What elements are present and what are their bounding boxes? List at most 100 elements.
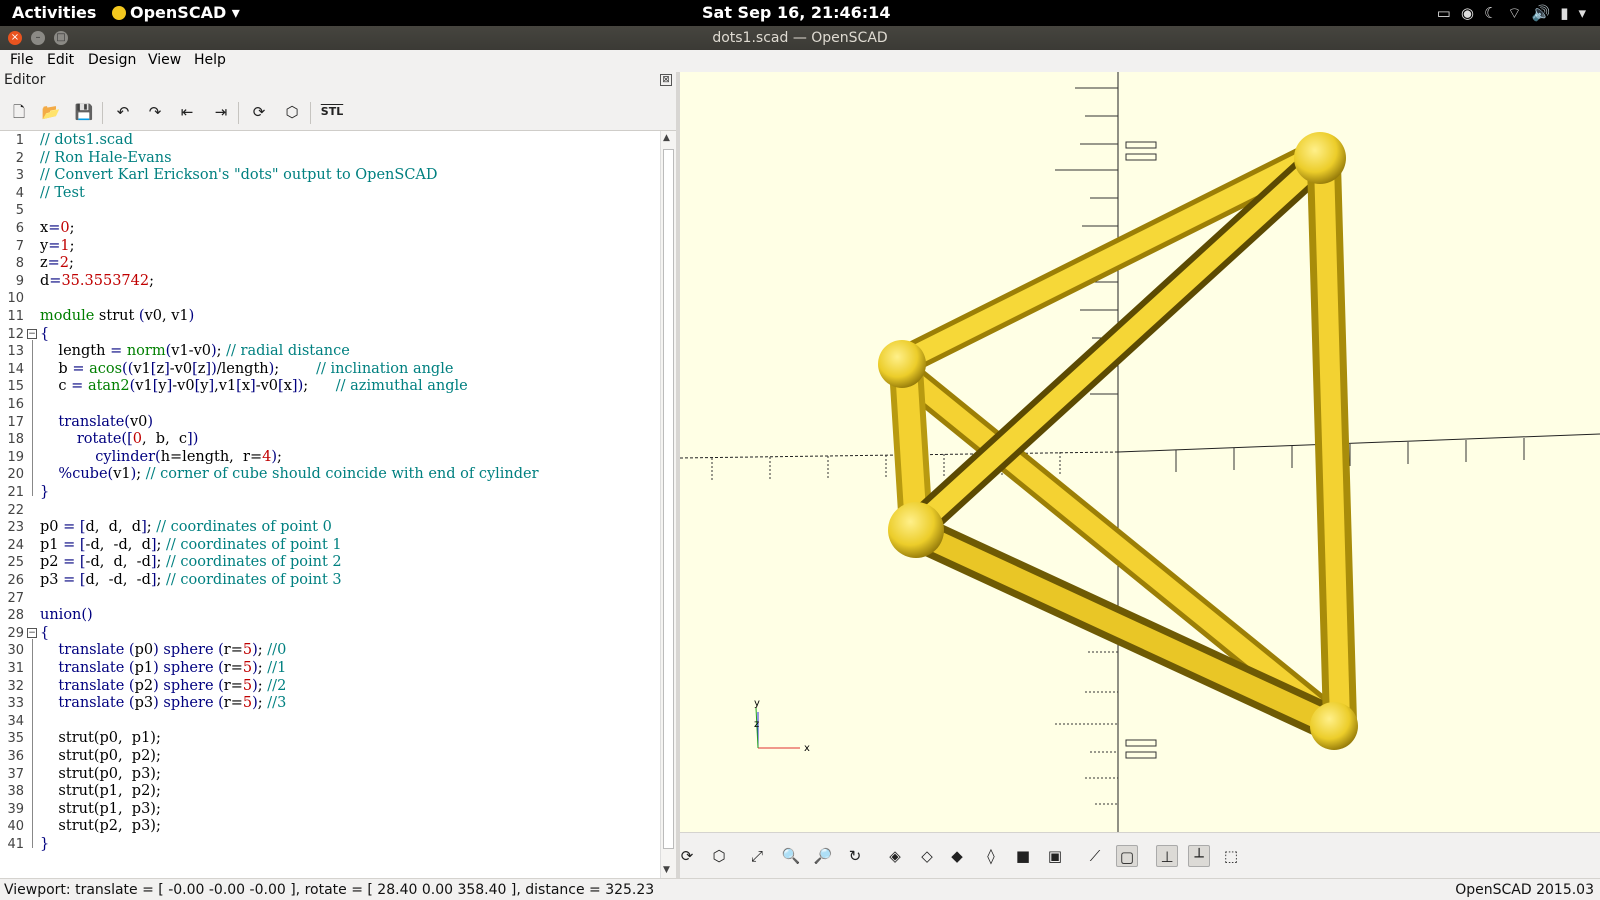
menu-edit[interactable]: Edit: [47, 52, 74, 68]
code-line[interactable]: y=1;: [40, 238, 74, 254]
orthogonal-icon[interactable]: ▢: [1116, 845, 1138, 867]
scroll-down-arrow-icon[interactable]: ▼: [663, 865, 670, 875]
code-line[interactable]: translate (p3) sphere (r=5); //3: [40, 695, 286, 711]
view-right-icon[interactable]: ◈: [884, 845, 906, 867]
code-line[interactable]: cylinder(h=length, r=4);: [40, 449, 282, 465]
scrollbar-thumb[interactable]: [663, 149, 674, 849]
screen-icon[interactable]: ▭: [1437, 4, 1451, 23]
menu-help[interactable]: Help: [194, 52, 226, 68]
code-line[interactable]: strut(p1, p2);: [40, 783, 160, 799]
menu-file[interactable]: File: [10, 52, 33, 68]
code-line[interactable]: p0 = [d, d, d]; // coordinates of point …: [40, 519, 332, 535]
code-line[interactable]: d=35.3553742;: [40, 273, 154, 289]
code-line[interactable]: b = acos((v1[z]-v0[z])/length); // incli…: [40, 361, 453, 377]
show-edges-icon[interactable]: ⬚: [1220, 845, 1242, 867]
indent-icon[interactable]: ⇥: [209, 100, 233, 124]
code-line[interactable]: translate (p2) sphere (r=5); //2: [40, 678, 286, 694]
editor-scrollbar[interactable]: ▲ ▼: [660, 131, 676, 879]
code-line[interactable]: }: [40, 836, 49, 852]
clock[interactable]: Sat Sep 16, 21:46:14: [702, 3, 890, 22]
code-token: b: [40, 360, 73, 377]
preview-icon[interactable]: ⟳: [247, 100, 271, 124]
view-front-icon[interactable]: ■: [1012, 845, 1034, 867]
activities-button[interactable]: Activities: [12, 3, 96, 22]
zoom-in-icon[interactable]: 🔍: [780, 845, 802, 867]
battery-icon[interactable]: ▮: [1560, 4, 1568, 23]
code-token: //3: [267, 695, 287, 712]
code-line[interactable]: x=0;: [40, 220, 74, 236]
code-line[interactable]: rotate([0, b, c]): [40, 431, 199, 447]
code-line[interactable]: strut(p0, p2);: [40, 748, 160, 764]
view-left-icon[interactable]: ◊: [980, 845, 1002, 867]
code-line[interactable]: p2 = [-d, d, -d]; // coordinates of poin…: [40, 554, 342, 570]
export-stl-button[interactable]: STL: [320, 100, 344, 124]
editor-close-button[interactable]: ⊠: [660, 74, 672, 86]
code-line[interactable]: z=2;: [40, 255, 74, 271]
code-line[interactable]: p3 = [d, -d, -d]; // coordinates of poin…: [40, 572, 342, 588]
show-axes-icon[interactable]: ⊥: [1156, 845, 1178, 867]
undo-icon[interactable]: ↶: [111, 100, 135, 124]
code-line[interactable]: // dots1.scad: [40, 132, 133, 148]
scroll-up-arrow-icon[interactable]: ▲: [663, 133, 670, 143]
view-top-icon[interactable]: ◇: [916, 845, 938, 867]
code-line[interactable]: translate (p1) sphere (r=5); //1: [40, 660, 286, 676]
code-line[interactable]: strut(p0, p1);: [40, 730, 160, 746]
code-line[interactable]: }: [40, 484, 49, 500]
record-icon[interactable]: ◉: [1461, 4, 1474, 23]
code-token: length: [40, 343, 111, 360]
reset-view-icon[interactable]: ↻: [844, 845, 866, 867]
code-editor[interactable]: 1 2 3 4 5 6 7 8 9 10 11 12 13 14 15 16 17 18 19 20 21 22 23 24 2…: [0, 130, 676, 879]
code-token: y: [40, 237, 49, 254]
code-line[interactable]: %cube(v1); // corner of cube should coin…: [40, 466, 538, 483]
code-line[interactable]: strut(p2, p3);: [40, 818, 160, 834]
menu-view[interactable]: View: [148, 52, 181, 68]
code-line[interactable]: c = atan2(v1[y]-v0[y],v1[x]-v0[x]); // a…: [40, 378, 467, 394]
open-file-icon[interactable]: 📂: [39, 100, 63, 124]
code-line[interactable]: {: [40, 625, 49, 641]
redo-icon[interactable]: ↷: [143, 100, 167, 124]
code-token: ;: [257, 660, 268, 676]
zoom-all-icon[interactable]: ⤢: [746, 845, 768, 867]
line-number: 32: [7, 678, 24, 694]
view-bottom-icon[interactable]: ◆: [946, 845, 968, 867]
code-token: translate: [40, 677, 129, 694]
perspective-icon[interactable]: ⟋: [1084, 845, 1106, 867]
viewport-render-icon[interactable]: ⬡: [708, 845, 730, 867]
code-line[interactable]: union(): [40, 607, 93, 623]
code-line[interactable]: // Ron Hale-Evans: [40, 150, 172, 166]
code-line[interactable]: strut(p1, p3);: [40, 801, 160, 817]
night-icon[interactable]: ☾: [1484, 4, 1497, 23]
app-menu[interactable]: OpenSCAD ▾: [112, 3, 240, 22]
code-line[interactable]: // Convert Karl Erickson's "dots" output…: [40, 167, 438, 183]
fold-toggle-icon[interactable]: −: [27, 328, 37, 339]
show-scale-icon[interactable]: ┴: [1188, 845, 1210, 867]
volume-icon[interactable]: 🔊: [1532, 4, 1551, 23]
code-token: v1: [113, 466, 131, 483]
3d-viewport[interactable]: x y z: [680, 72, 1600, 832]
gizmo-y-label: y: [754, 698, 760, 709]
code-token: v0, v1: [144, 308, 189, 324]
save-file-icon[interactable]: 💾: [72, 100, 96, 124]
viewport-preview-icon[interactable]: ⟳: [676, 845, 698, 867]
fold-toggle-icon[interactable]: −: [27, 627, 37, 638]
view-back-icon[interactable]: ▣: [1044, 845, 1066, 867]
code-line[interactable]: strut(p0, p3);: [40, 766, 160, 782]
code-token: x: [40, 220, 49, 236]
code-line[interactable]: {: [40, 326, 49, 342]
code-line[interactable]: translate (p0) sphere (r=5); //0: [40, 642, 286, 658]
power-menu-icon[interactable]: ▾: [1578, 4, 1586, 23]
code-token: ;: [257, 695, 268, 712]
code-line[interactable]: translate(v0): [40, 414, 153, 430]
new-file-icon[interactable]: 🗋: [7, 100, 31, 124]
code-line[interactable]: length = norm(v1-v0); // radial distance: [40, 343, 349, 360]
zoom-out-icon[interactable]: 🔎: [812, 845, 834, 867]
code-line[interactable]: // Test: [40, 185, 85, 201]
code-text[interactable]: // dots1.scad // Ron Hale-Evans// Convert…: [40, 131, 660, 879]
unindent-icon[interactable]: ⇤: [175, 100, 199, 124]
menu-design[interactable]: Design: [88, 52, 136, 68]
render-icon[interactable]: ⬡: [280, 100, 304, 124]
code-token: ;: [69, 237, 75, 254]
code-line[interactable]: module strut (v0, v1): [40, 308, 194, 324]
code-line[interactable]: p1 = [-d, -d, d]; // coordinates of poin…: [40, 537, 342, 553]
wifi-icon[interactable]: ⌔: [1507, 4, 1521, 23]
